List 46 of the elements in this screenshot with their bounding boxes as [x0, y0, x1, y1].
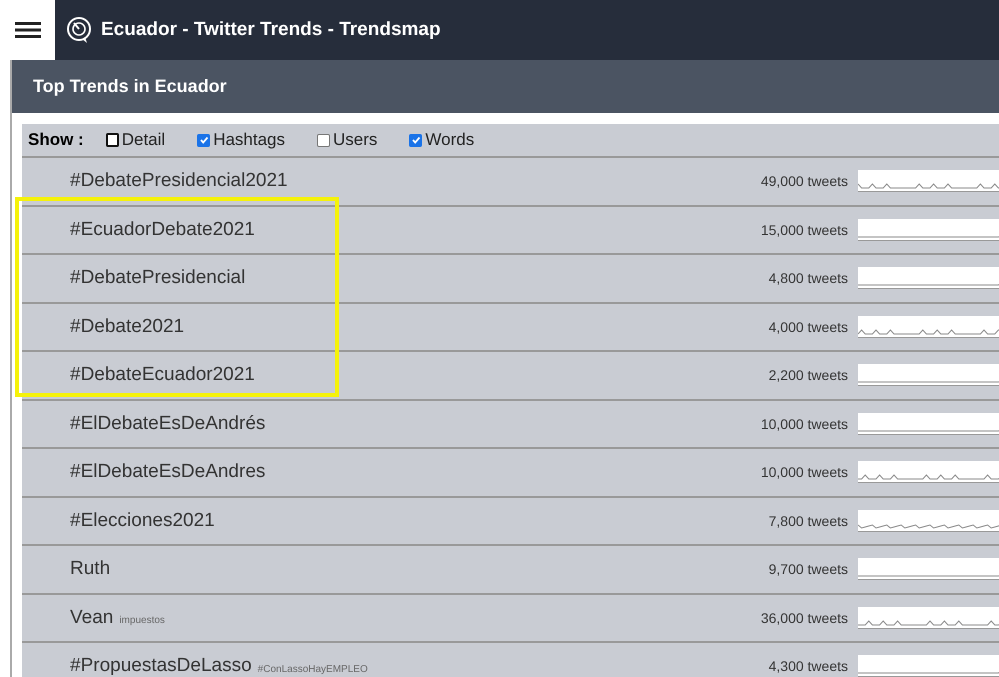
trend-row[interactable]: Vean impuestos 36,000 tweets: [22, 594, 999, 643]
tweet-count: 2,200 tweets: [768, 367, 848, 384]
trend-name[interactable]: Vean: [70, 606, 114, 629]
filter-checkbox[interactable]: Words: [409, 130, 474, 150]
trend-name[interactable]: Ruth: [70, 558, 110, 580]
trend-name[interactable]: #ElDebateEsDeAndrés: [70, 412, 266, 435]
trend-row[interactable]: #Debate2021 4,000 tweets: [22, 304, 999, 352]
trend-row[interactable]: #DebateEcuador2021 2,200 tweets: [22, 352, 999, 400]
filter-label: Show :: [28, 130, 84, 150]
trend-name[interactable]: #DebatePresidencial2021: [70, 170, 288, 192]
trend-row[interactable]: #ElDebateEsDeAndres 10,000 tweets: [22, 449, 999, 498]
page-title: Ecuador - Twitter Trends - Trendsmap: [101, 19, 441, 41]
logo-icon: [65, 16, 93, 44]
tweet-count: 36,000 tweets: [760, 610, 848, 626]
trend-row[interactable]: Ruth 9,700 tweets: [22, 546, 999, 594]
tweet-count: 4,000 tweets: [768, 318, 848, 335]
trend-row[interactable]: #DebatePresidencial 4,800 tweets: [22, 255, 999, 304]
trend-row[interactable]: #PropuestasDeLasso #ConLassoHayEMPLEO 4,300 tweets: [22, 643, 999, 677]
filter-checkbox[interactable]: Detail: [106, 130, 166, 150]
tweet-count: 4,300 tweets: [768, 658, 848, 674]
trend-name[interactable]: #PropuestasDeLasso: [70, 655, 252, 677]
related-term: #ConLassoHayEMPLEO: [258, 664, 368, 675]
trend-name[interactable]: #ElDebateEsDeAndres: [70, 461, 266, 484]
tweet-count: 9,700 tweets: [768, 561, 848, 578]
tweet-count: 49,000 tweets: [760, 173, 848, 190]
check-icon: [410, 135, 421, 145]
trend-name[interactable]: #Elecciones2021: [70, 510, 215, 532]
trend-row[interactable]: #EcuadorDebate2021 15,000 tweets: [22, 206, 999, 255]
trend-row[interactable]: #Elecciones2021 7,800 tweets: [22, 498, 999, 546]
check-icon: [198, 135, 209, 145]
filter-checkbox[interactable]: Users: [317, 130, 378, 150]
tweet-count: 7,800 tweets: [768, 512, 848, 529]
trend-name[interactable]: #DebateEcuador2021: [70, 364, 255, 386]
trend-name[interactable]: #Debate2021: [70, 316, 184, 338]
trend-row[interactable]: #ElDebateEsDeAndrés 10,000 tweets: [22, 400, 999, 449]
tweet-count: 10,000 tweets: [760, 464, 848, 480]
tweet-count: 15,000 tweets: [760, 222, 848, 238]
panel-title: Top Trends in Ecuador: [33, 76, 227, 97]
related-term: impuestos: [119, 615, 165, 626]
trend-name[interactable]: #DebatePresidencial: [70, 267, 246, 290]
trend-name[interactable]: #EcuadorDebate2021: [70, 218, 255, 241]
filter-checkbox[interactable]: Hashtags: [197, 130, 286, 150]
menu-icon[interactable]: [14, 21, 40, 39]
tweet-count: 10,000 tweets: [760, 416, 848, 432]
trend-row[interactable]: #DebatePresidencial2021 49,000 tweets: [22, 158, 999, 206]
tweet-count: 4,800 tweets: [768, 270, 848, 286]
